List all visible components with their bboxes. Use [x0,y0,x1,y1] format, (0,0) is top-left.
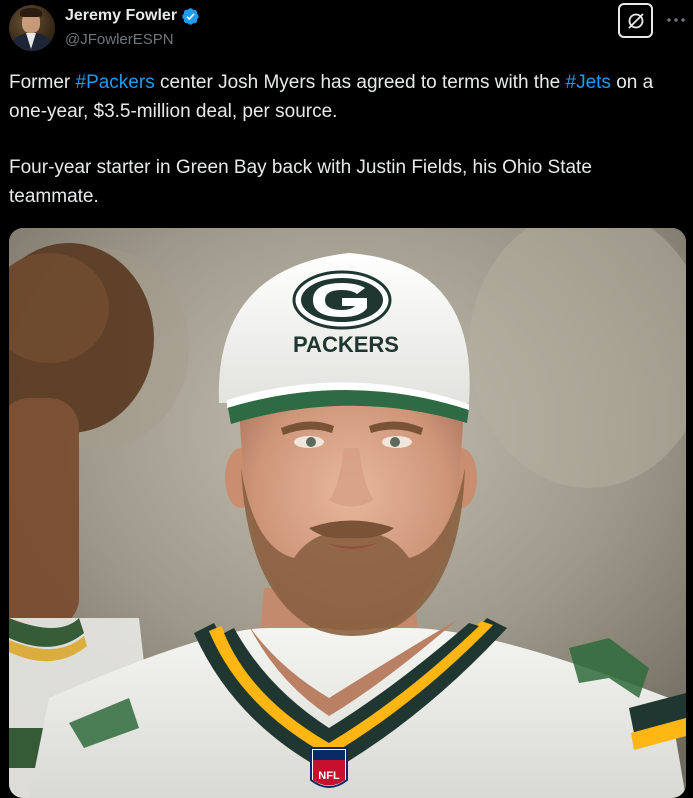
tweet-media-image[interactable]: NFL PACKERS [9,228,686,798]
avatar[interactable] [9,5,55,51]
name-row: Jeremy Fowler [65,5,200,27]
tweet-text: Former #Packers center Josh Myers has ag… [9,68,685,211]
tweet-header: Jeremy Fowler @JFowlerESPN [0,0,693,60]
verified-badge-icon[interactable] [181,7,200,26]
tweet-paragraph-2: Four-year starter in Green Bay back with… [9,157,592,207]
svg-text:NFL: NFL [318,770,340,782]
hashtag-jets-link[interactable]: #Jets [566,72,611,93]
packers-g-logo [292,270,392,330]
player-photo: NFL PACKERS [9,228,686,798]
display-name[interactable]: Jeremy Fowler [65,7,177,25]
text-segment: Former [9,72,76,93]
text-segment: center Josh Myers has agreed to terms wi… [154,72,566,93]
cap-text: PACKERS [293,332,399,357]
user-handle[interactable]: @JFowlerESPN [65,31,174,48]
hashtag-packers-link[interactable]: #Packers [76,72,155,93]
grok-button[interactable] [618,3,653,38]
tweet-paragraph-1: Former #Packers center Josh Myers has ag… [9,68,685,126]
more-icon [667,18,685,22]
avatar-hair [20,8,42,17]
more-options-button[interactable] [664,8,688,32]
grok-icon [627,12,644,29]
nfl-shield-logo: NFL [310,747,348,788]
